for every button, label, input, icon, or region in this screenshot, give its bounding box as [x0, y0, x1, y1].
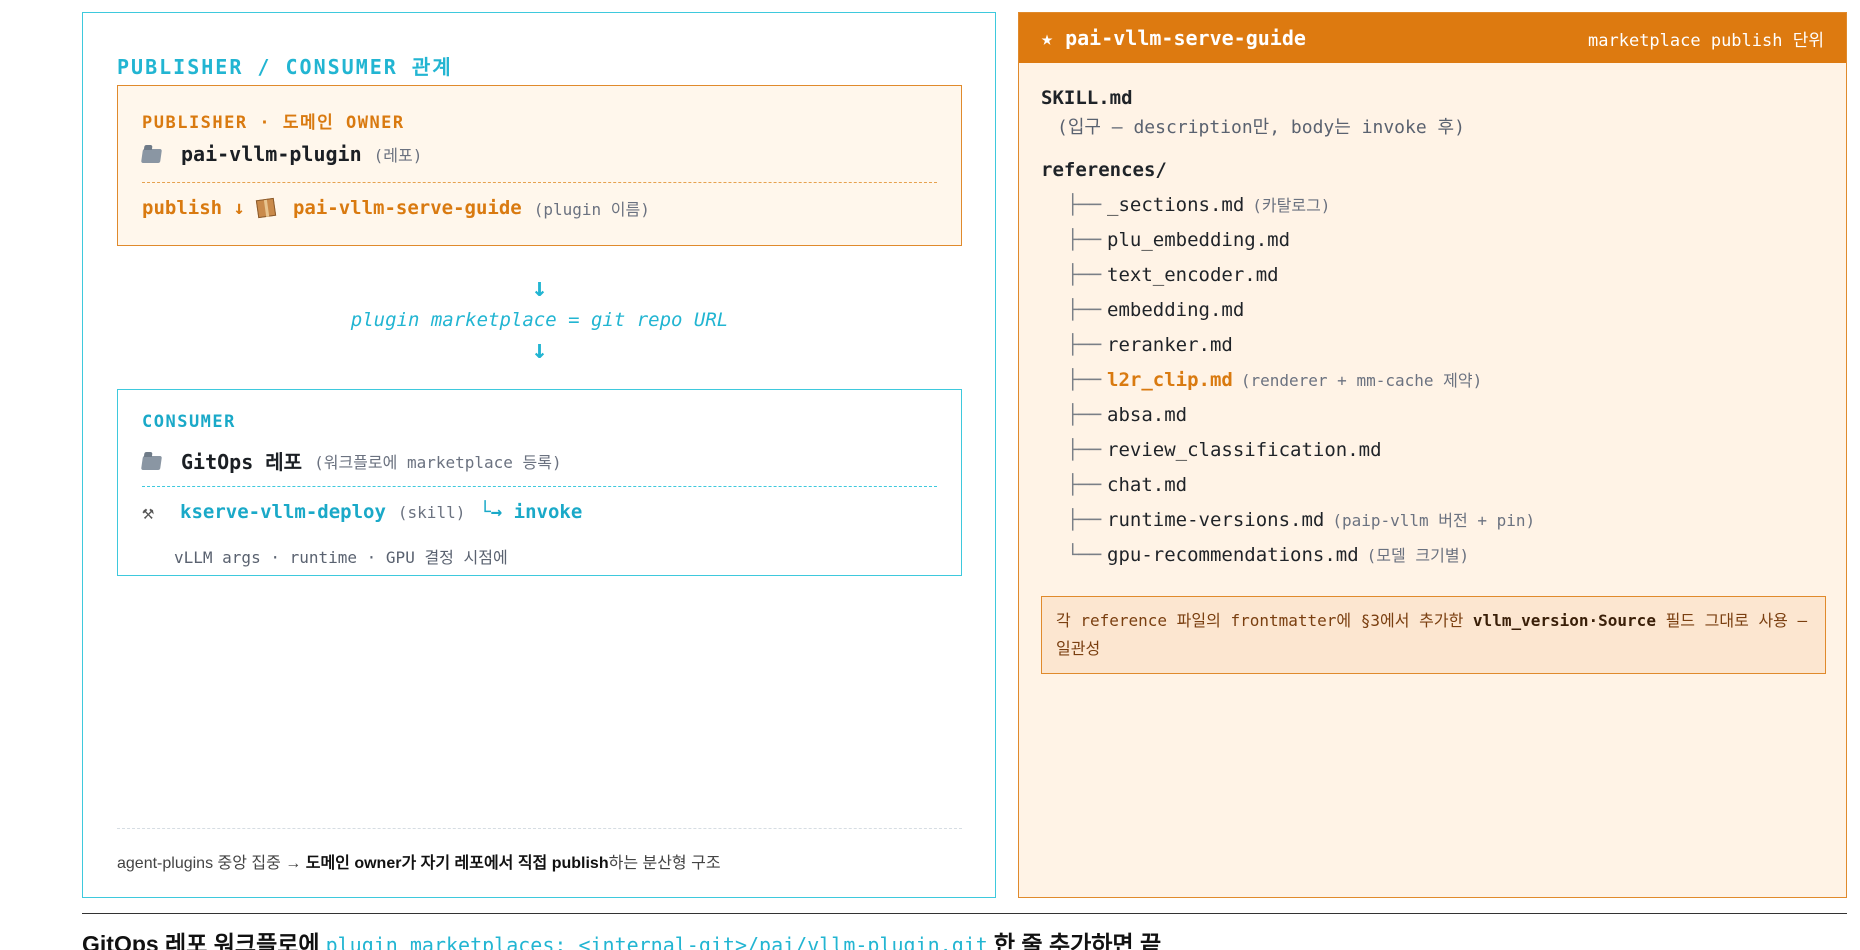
bottom-summary: GitOps 레포 워크플로에 plugin_marketplaces: <in…: [82, 925, 1161, 950]
tree-branch: ├──: [1067, 334, 1102, 356]
reference-file-name: l2r_clip.md: [1107, 369, 1233, 391]
reference-file: ├── review_classification.md: [1041, 433, 1535, 468]
reference-file-name: absa.md: [1107, 404, 1188, 426]
skill-note: (skill): [397, 502, 466, 522]
reference-file-name: embedding.md: [1107, 299, 1245, 321]
marketplace-flow: ↓ plugin marketplace = git repo URL ↓: [117, 275, 962, 375]
references-dir: references/: [1041, 159, 1167, 181]
reference-file-note: (paip-vllm 버전 + pin): [1332, 511, 1536, 530]
bottom-code: plugin_marketplaces: <internal-git>/pai/…: [325, 933, 988, 950]
reference-file: ├── _sections.md (카탈로그): [1041, 188, 1535, 223]
reference-file-name: reranker.md: [1107, 334, 1233, 356]
consumer-repo-name: GitOps 레포: [181, 450, 303, 474]
reference-file-note: (모델 크기별): [1366, 546, 1470, 565]
divider: [117, 828, 962, 829]
reference-note: 각 reference 파일의 frontmatter에 §3에서 추가한 vl…: [1041, 596, 1826, 674]
divider: [142, 182, 937, 183]
reference-file-name: runtime-versions.md: [1107, 509, 1325, 531]
reference-file: ├── absa.md: [1041, 398, 1535, 433]
flow-label: plugin marketplace = git repo URL: [350, 309, 729, 331]
reference-file-name: gpu-recommendations.md: [1107, 544, 1359, 566]
reference-file-list: ├── _sections.md (카탈로그) ├── plu_embedding.md…: [1041, 188, 1535, 573]
file-tree: SKILL.md (입구 — description만, body는 invok…: [1041, 83, 1535, 573]
tree-branch: ├──: [1067, 404, 1102, 426]
reference-file: ├── plu_embedding.md: [1041, 223, 1535, 258]
publisher-consumer-panel: PUBLISHER / CONSUMER 관계 PUBLISHER · 도메인 …: [82, 12, 996, 898]
publisher-repo-note: (레포): [373, 146, 423, 165]
plugin-header-title: ★ pai-vllm-serve-guide: [1041, 26, 1306, 50]
note-prefix: 각 reference 파일의 frontmatter에 §3에서 추가한: [1056, 611, 1473, 630]
publish-row: publish ↓ pai-vllm-serve-guide (plugin 이…: [142, 196, 650, 220]
tree-branch: ├──: [1067, 369, 1102, 391]
plugin-note: (plugin 이름): [533, 200, 650, 219]
reference-file: ├── runtime-versions.md (paip-vllm 버전 + pi…: [1041, 503, 1535, 538]
bottom-prefix: GitOps 레포 워크플로에: [82, 931, 320, 950]
package-icon: [255, 197, 277, 219]
publisher-repo-name: pai-vllm-plugin: [181, 142, 362, 166]
reference-file-name: _sections.md: [1107, 194, 1245, 216]
tree-branch: ├──: [1067, 439, 1102, 461]
plugin-header: ★ pai-vllm-serve-guide marketplace publi…: [1019, 13, 1846, 63]
reference-file: ├── chat.md: [1041, 468, 1535, 503]
footer-prefix: agent-plugins 중앙 집중 →: [117, 855, 306, 872]
folder-icon: [141, 455, 162, 470]
skill-row: ⚒ kserve-vllm-deploy (skill) └→ invoke: [142, 500, 582, 524]
tree-branch: ├──: [1067, 509, 1102, 531]
footer-suffix: 하는 분산형 구조: [608, 855, 721, 872]
skill-file-note: (입구 — description만, body는 invoke 후): [1057, 117, 1465, 138]
reference-file: ├── embedding.md: [1041, 293, 1535, 328]
reference-file: ├── text_encoder.md: [1041, 258, 1535, 293]
reference-file-name: review_classification.md: [1107, 439, 1382, 461]
tree-branch: ├──: [1067, 194, 1102, 216]
left-footer: agent-plugins 중앙 집중 → 도메인 owner가 자기 레포에서…: [117, 849, 721, 873]
bottom-suffix: 한 줄 추가하면 끝: [993, 931, 1162, 950]
reference-file-name: text_encoder.md: [1107, 264, 1279, 286]
reference-file: ├── l2r_clip.md (renderer + mm-cache 제약): [1041, 363, 1535, 398]
skill-file: SKILL.md: [1041, 87, 1133, 109]
tree-branch: ├──: [1067, 264, 1102, 286]
reference-file-name: chat.md: [1107, 474, 1188, 496]
tools-icon: ⚒: [142, 500, 155, 524]
reference-file-name: plu_embedding.md: [1107, 229, 1291, 251]
divider: [142, 486, 937, 487]
reference-file-note: (카탈로그): [1252, 196, 1331, 215]
reference-file: └── gpu-recommendations.md (모델 크기별): [1041, 538, 1535, 573]
arrow-down-icon: ↓: [531, 273, 548, 303]
tree-branch: └──: [1067, 544, 1102, 566]
footer-bold: 도메인 owner가 자기 레포에서 직접 publish: [305, 855, 609, 872]
consumer-box: CONSUMER GitOps 레포 (워크플로에 marketplace 등록…: [117, 389, 962, 576]
reference-file: ├── reranker.md: [1041, 328, 1535, 363]
plugin-structure-panel: ★ pai-vllm-serve-guide marketplace publi…: [1018, 12, 1847, 898]
folder-icon: [141, 149, 162, 163]
tree-branch: ├──: [1067, 229, 1102, 251]
args-line: vLLM args · runtime · GPU 결정 시점에: [174, 548, 508, 567]
publisher-box: PUBLISHER · 도메인 OWNER pai-vllm-plugin (레…: [117, 85, 962, 246]
consumer-repo-note: (워크플로에 marketplace 등록): [314, 452, 562, 472]
consumer-repo-row: GitOps 레포 (워크플로에 marketplace 등록): [141, 446, 562, 475]
invoke-label: └→ invoke: [479, 501, 583, 523]
skill-name: kserve-vllm-deploy: [180, 501, 386, 523]
publish-label: publish ↓: [142, 197, 245, 219]
publisher-repo-row: pai-vllm-plugin (레포): [141, 142, 423, 166]
plugin-header-subtitle: marketplace publish 단위: [1588, 30, 1824, 51]
consumer-title: CONSUMER: [142, 412, 236, 432]
tree-branch: ├──: [1067, 474, 1102, 496]
reference-file-note: (renderer + mm-cache 제약): [1240, 371, 1483, 390]
note-bold: vllm_version·Source: [1472, 611, 1656, 630]
bottom-divider: [82, 913, 1847, 914]
tree-branch: ├──: [1067, 299, 1102, 321]
plugin-name: pai-vllm-serve-guide: [292, 197, 522, 219]
publisher-title: PUBLISHER · 도메인 OWNER: [142, 113, 405, 133]
arrow-down-icon: ↓: [531, 335, 548, 365]
panel-heading: PUBLISHER / CONSUMER 관계: [117, 55, 453, 79]
